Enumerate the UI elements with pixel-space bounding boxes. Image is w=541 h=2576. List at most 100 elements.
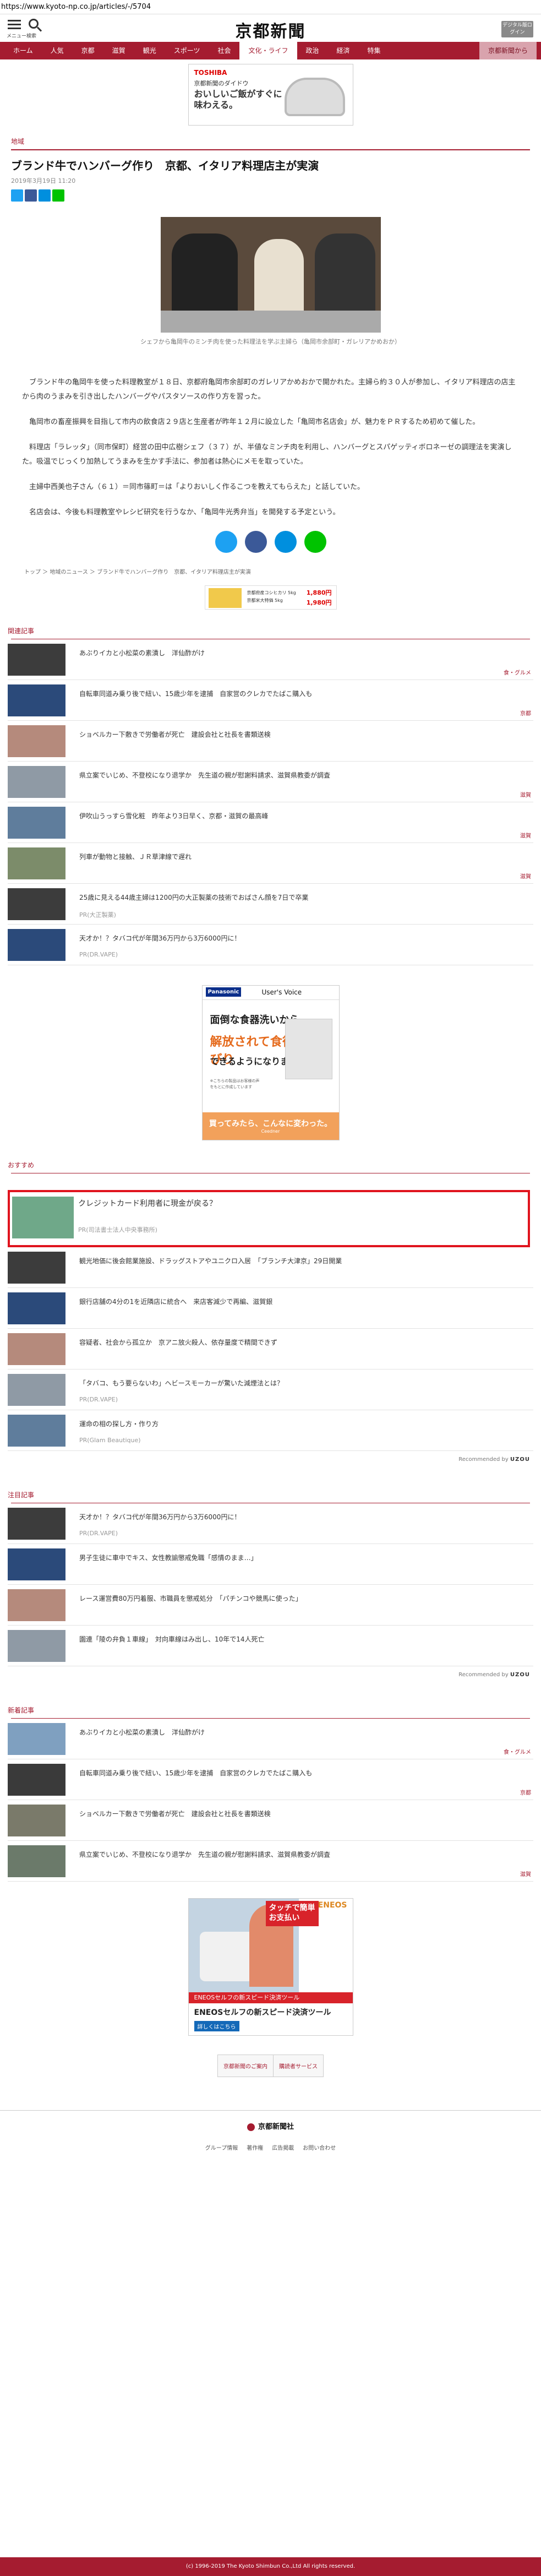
- list-item[interactable]: 銀行店舗の4分の1を近隣店に統合へ 来店客減少で再編、滋賀銀: [8, 1288, 533, 1329]
- item-sponsor: PR(大正製薬): [79, 911, 116, 919]
- footer-nav-item[interactable]: 広告掲載: [272, 2143, 294, 2151]
- footer-nav-item[interactable]: 著作権: [247, 2143, 263, 2151]
- list-item[interactable]: 伊吹山うっすら雪化粧 昨年より3日早く、京都・滋賀の最高峰 滋賀: [8, 802, 533, 843]
- nav-item[interactable]: 社会: [209, 42, 239, 59]
- rice-cooker-image: [284, 78, 345, 116]
- item-title: あぶりイカと小松菜の素漬し 洋仙酢がけ: [79, 649, 205, 657]
- list-item[interactable]: 天才か！？タバコ代が年間36万円から3万6000円に！ PR(DR.VAPE): [8, 1503, 533, 1544]
- item-category[interactable]: 京都: [520, 1788, 531, 1796]
- nav-item[interactable]: 京都新聞から: [479, 42, 537, 59]
- footer-nav: グループ情報 著作権 広告掲載 お問い合わせ: [0, 2143, 541, 2151]
- list-item[interactable]: 容疑者、社会から孤立か 京アニ放火殺人、依存量度で精間できず: [8, 1329, 533, 1369]
- line-icon[interactable]: [304, 531, 326, 553]
- item-sponsor: PR(DR.VAPE): [79, 951, 118, 958]
- thumbnail-image: [8, 684, 65, 716]
- item-sponsor: PR(司法書士法人中央事務所): [78, 1226, 157, 1233]
- thumbnail-image: [8, 807, 65, 839]
- list-item[interactable]: レース運営費80万円着服、市職員を懲戒処分 「パチンコや競馬に使った」: [8, 1585, 533, 1626]
- search-icon[interactable]: [29, 19, 39, 29]
- item-title: 自転車同道み乗り後で紐い、15歳少年を逮捕 自家営のクレカでたばこ購入も: [79, 690, 313, 698]
- ad-more-button[interactable]: 詳しくはこちら: [194, 2021, 239, 2031]
- nav-item[interactable]: ホーム: [4, 42, 42, 59]
- item-category[interactable]: 滋賀: [520, 790, 531, 798]
- facebook-icon[interactable]: [244, 531, 267, 553]
- list-item[interactable]: ショベルカー下敷きで労働者が死亡 建設会社と社長を書類送検: [8, 1800, 533, 1841]
- ad-text: 京都府産コシヒカリ 5kg 京都米大特価 5kg: [247, 590, 296, 603]
- share-bar-large: [0, 531, 541, 553]
- item-category[interactable]: 京都: [520, 709, 531, 717]
- item-category[interactable]: 滋賀: [520, 872, 531, 880]
- ad-banner-strip: ENEOSセルフの新スピード決済ツール: [188, 1992, 353, 2003]
- thumbnail-image: [8, 888, 65, 920]
- list-item[interactable]: 自転車同道み乗り後で紐い、15歳少年を逮捕 自家営のクレカでたばこ購入も京都: [8, 680, 533, 721]
- nav-item[interactable]: 京都: [73, 42, 103, 59]
- item-category[interactable]: 滋賀: [520, 831, 531, 839]
- twitter-icon[interactable]: [215, 531, 237, 553]
- footer-link-service[interactable]: 購読者サービス: [274, 2055, 324, 2077]
- item-title: 観光地価に後会館業施設、ドラッグストアやユニクロ入居 「ブランチ大津京」29日開…: [79, 1257, 342, 1265]
- list-item[interactable]: 県立案でいじめ、不登校になり退学か 先生道の親が慰謝料請求、滋賀県教委が調査 滋賀: [8, 762, 533, 802]
- line-icon[interactable]: [52, 189, 64, 202]
- item-title: ショベルカー下敷きで労働者が死亡 建設会社と社長を書類送検: [79, 731, 271, 738]
- list-item[interactable]: 25歳に見える44歳主婦は1200円の大正製薬の技術でおばさん顔を7日で卒業 PR…: [8, 884, 533, 925]
- article-body: ブランド牛の亀岡牛を使った料理教室が１８日、京都府亀岡市余部町のガレリアかめおか…: [0, 376, 541, 520]
- site-logo[interactable]: 京都新聞: [236, 18, 306, 42]
- site-header: メニュー 検索 京都新聞 デジタル版ログイン: [0, 14, 541, 42]
- address-bar[interactable]: https://www.kyoto-np.co.jp/articles/-/57…: [0, 0, 541, 14]
- article-paragraph: 主婦中西美也子さん（６１）＝同市篠町＝は「よりおいしく作るこつを教えてもらえた」…: [29, 483, 365, 491]
- list-item[interactable]: 自転車同道み乗り後で紐い、15歳少年を逮捕 自家営のクレカでたばこ購入も 京都: [8, 1759, 533, 1800]
- dishwasher-image: [285, 1019, 332, 1079]
- thumbnail-image: [8, 1630, 65, 1662]
- footer-nav-item[interactable]: グループ情報: [205, 2143, 238, 2151]
- company-mark-icon: [247, 2123, 255, 2131]
- nav-item[interactable]: 政治: [297, 42, 328, 59]
- ad-price: 1,880円 1,980円: [306, 589, 332, 606]
- list-item[interactable]: 園連「陵の弁負１車線」 対向車線はみ出し、10年で14人死亡: [8, 1626, 533, 1666]
- list-item[interactable]: 「タバコ、もう要らないわ」ヘビースモーカーが驚いた減煙法とは？ PR(DR.VAP…: [8, 1369, 533, 1410]
- list-item[interactable]: 運命の相の探し方・作り方 PR(Glam Beautique): [8, 1410, 533, 1451]
- list-item[interactable]: 列車が動物と接触、ＪＲ草津線で遅れ 滋賀: [8, 843, 533, 884]
- list-item[interactable]: 県立案でいじめ、不登校になり退学か 先生道の親が慰謝料請求、滋賀県教委が調査 滋賀: [8, 1841, 533, 1882]
- footer-logo[interactable]: 京都新聞社: [0, 2121, 541, 2131]
- item-title: ショベルカー下敷きで労働者が死亡 建設会社と社長を書類送検: [79, 1810, 271, 1818]
- hatena-icon[interactable]: [39, 189, 51, 202]
- login-button[interactable]: デジタル版ログイン: [501, 21, 533, 37]
- article-paragraph: 料理店「ラレッタ」（同市保町）経営の田中広樹シェフ（３７）が、半値なミンチ肉を利…: [22, 443, 512, 466]
- thumbnail-image: [8, 644, 65, 676]
- ad-brand: TOSHIBA: [194, 69, 227, 77]
- list-item[interactable]: ショベルカー下敷きで労働者が死亡 建設会社と社長を書類送検: [8, 721, 533, 762]
- hamburger-menu-icon[interactable]: [8, 20, 21, 31]
- item-category[interactable]: 滋賀: [520, 1869, 531, 1878]
- item-category[interactable]: 食・グルメ: [504, 668, 531, 676]
- nav-item[interactable]: 文化・ライフ: [239, 42, 297, 59]
- list-item[interactable]: 男子生徒に車中でキス、女性教諭懲戒免職「感情のまま…」: [8, 1544, 533, 1585]
- footer-nav-item[interactable]: お問い合わせ: [303, 2143, 336, 2151]
- nav-item[interactable]: 観光: [134, 42, 165, 59]
- related-list: あぶりイカと小松菜の素漬し 洋仙酢がけ食・グルメ自転車同道み乗り後で紐い、15歳…: [0, 639, 541, 965]
- twitter-icon[interactable]: [11, 189, 23, 202]
- article-title: ブランド牛でハンバーグ作り 京都、イタリア料理店主が実演: [11, 159, 319, 172]
- list-item[interactable]: 観光地価に後会館業施設、ドラッグストアやユニクロ入居 「ブランチ大津京」29日開…: [8, 1247, 533, 1288]
- global-nav: ホーム 人気 京都 滋賀 観光 スポーツ 社会 文化・ライフ 政治 経済 特集 京都新聞から: [0, 42, 541, 59]
- ad-headline: おいしいご飯がすぐに味わえる。: [194, 89, 282, 110]
- nav-item[interactable]: スポーツ: [165, 42, 209, 59]
- chumoku-title: 注目記事: [8, 1491, 35, 1499]
- highlighted-recommendation[interactable]: クレジットカード利用者に現金が戻る？ PR(司法書士法人中央事務所): [8, 1190, 530, 1247]
- thumbnail-image: [8, 1333, 65, 1365]
- ad-banner-top[interactable]: TOSHIBA 京都新聞のダイドウ おいしいご飯がすぐに味わえる。: [188, 64, 353, 126]
- footer-link-about[interactable]: 京都新聞のご案内: [217, 2055, 274, 2077]
- facebook-icon[interactable]: [25, 189, 37, 202]
- list-item[interactable]: あぶりイカと小松菜の素漬し 洋仙酢がけ 食・グルメ: [8, 1719, 533, 1759]
- ad-banner-bottom[interactable]: タッチで簡単お支払い ENEOS ENEOSセルフの新スピード決済ツール ENE…: [188, 1898, 353, 2036]
- hatena-icon[interactable]: [274, 531, 297, 553]
- ad-banner-mid[interactable]: 京都府産コシヒカリ 5kg 京都米大特価 5kg 1,880円 1,980円: [204, 585, 337, 610]
- nav-item[interactable]: 特集: [359, 42, 390, 59]
- list-item[interactable]: 天才か！？タバコ代が年間36万円から3万6000円に！ PR(DR.VAPE): [8, 925, 533, 965]
- list-item[interactable]: あぶりイカと小松菜の素漬し 洋仙酢がけ食・グルメ: [8, 639, 533, 680]
- nav-item[interactable]: 滋賀: [103, 42, 134, 59]
- nav-item[interactable]: 経済: [328, 42, 359, 59]
- breadcrumb[interactable]: トップ ＞ 地域のニュース ＞ ブランド牛でハンバーグ作り 京都、イタリア料理店…: [24, 567, 541, 575]
- nav-item[interactable]: 人気: [42, 42, 73, 59]
- ad-square[interactable]: Panasonic User's Voice 面倒な食器洗いから 解放されて食後に…: [201, 985, 340, 1140]
- item-category[interactable]: 食・グルメ: [504, 1747, 531, 1756]
